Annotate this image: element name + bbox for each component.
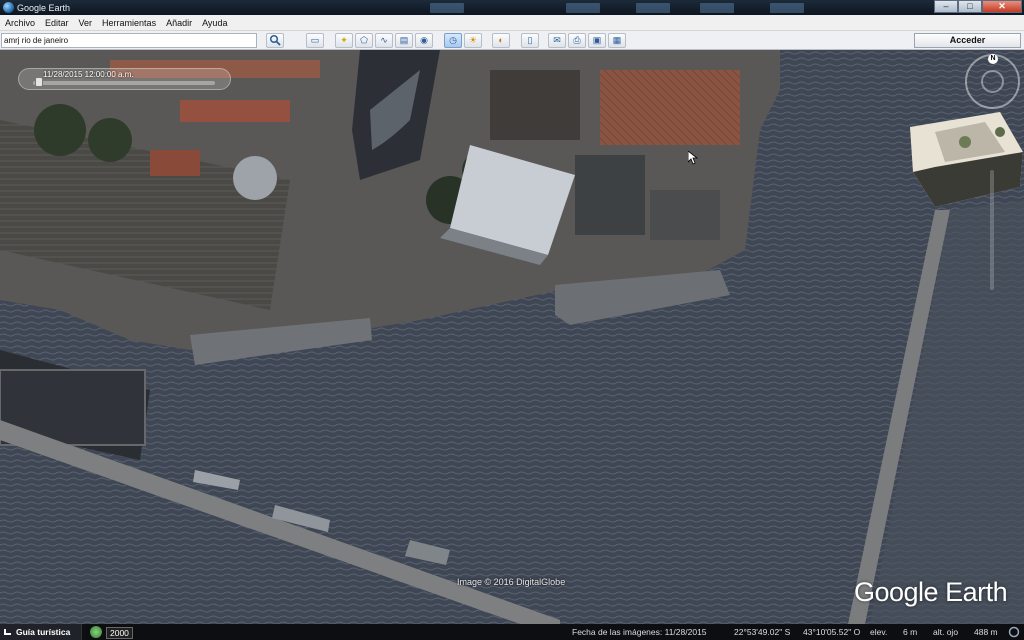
polygon-icon: ⬠ [360, 35, 368, 45]
taskbar-thumbnail [636, 3, 670, 13]
print-icon: ⎙ [573, 35, 581, 45]
elevation-label: elev. [870, 627, 888, 637]
search-button[interactable] [266, 33, 284, 48]
time-slider-thumb[interactable] [35, 77, 43, 87]
google-earth-app-icon [3, 2, 14, 13]
clock-icon: ◷ [449, 35, 457, 45]
save-image-button[interactable]: ▣ [588, 33, 606, 48]
image-date: Fecha de las imágenes: 11/28/2015 [572, 627, 707, 637]
zoom-slider[interactable] [990, 170, 994, 290]
image-overlay-icon: ▤ [399, 35, 409, 45]
taskbar-thumbnail [770, 3, 804, 13]
navigation-compass[interactable]: N [965, 54, 1020, 109]
google-earth-logo: Google Earth [854, 577, 1008, 607]
elevation-value: 6 m [903, 627, 918, 637]
historical-time-slider[interactable]: 11/28/2015 12:00:00 a.m. [18, 68, 231, 90]
record-tour-button[interactable]: ◉ [415, 33, 433, 48]
menu-ver[interactable]: Ver [74, 18, 98, 28]
mouse-cursor-icon [688, 151, 698, 165]
longitude-readout: 43°10'05.52" O [803, 627, 861, 637]
historical-imagery-button[interactable]: ◷ [444, 33, 462, 48]
toolbar: ▭ ✦ ⬠ ∿ ▤ ◉ ◷ ☀ ◐ ▯ ✉ ⎙ ▣ ▦ Acceder [0, 31, 1024, 50]
latitude-readout: 22°53'49.02" S [734, 627, 791, 637]
taskbar-thumbnail [700, 3, 734, 13]
window-controls: – □ ✕ [934, 0, 1022, 13]
print-button[interactable]: ⎙ [568, 33, 586, 48]
eye-altitude-label: alt. ojo [933, 627, 959, 637]
view-in-maps-button[interactable]: ▦ [608, 33, 626, 48]
menu-ayuda[interactable]: Ayuda [197, 18, 232, 28]
ruler-icon: ▯ [527, 35, 533, 45]
title-bar: Google Earth – □ ✕ [0, 0, 1024, 15]
search-icon [269, 34, 281, 46]
search-input[interactable] [1, 33, 257, 48]
planet-icon: ◐ [498, 35, 504, 45]
switch-planet-button[interactable]: ◐ [492, 33, 510, 48]
add-path-button[interactable]: ∿ [375, 33, 393, 48]
menu-editar[interactable]: Editar [40, 18, 74, 28]
record-tour-icon: ◉ [420, 35, 428, 45]
eye-altitude-value: 488 m [974, 627, 998, 637]
sunlight-button[interactable]: ☀ [464, 33, 482, 48]
login-button[interactable]: Acceder [914, 33, 1021, 48]
map-viewer[interactable]: 11/28/2015 12:00:00 a.m. N Image © 2016 … [0, 50, 1024, 624]
3d-building-model [910, 112, 1023, 207]
taskbar-thumbnail [430, 3, 464, 13]
status-bar: Guía turística 2000 Fecha de las imágene… [0, 624, 1024, 640]
add-polygon-button[interactable]: ⬠ [355, 33, 373, 48]
maps-icon: ▦ [612, 35, 622, 45]
compass-north-label[interactable]: N [988, 54, 998, 64]
sun-icon: ☀ [468, 35, 478, 45]
historical-year[interactable]: 2000 [106, 627, 133, 639]
close-button[interactable]: ✕ [982, 0, 1022, 13]
placemark-icon: ✦ [340, 35, 348, 45]
email-button[interactable]: ✉ [548, 33, 566, 48]
menu-bar: Archivo Editar Ver Herramientas Añadir A… [0, 15, 1024, 31]
ruler-button[interactable]: ▯ [521, 33, 539, 48]
window-title: Google Earth [17, 2, 71, 13]
menu-herramientas[interactable]: Herramientas [97, 18, 161, 28]
save-image-icon: ▣ [592, 35, 602, 45]
path-icon: ∿ [380, 35, 388, 45]
time-slider-track[interactable] [33, 81, 215, 85]
add-image-overlay-button[interactable]: ▤ [395, 33, 413, 48]
tour-guide-label: Guía turística [16, 627, 71, 637]
sidebar-toggle-button[interactable]: ▭ [306, 33, 324, 48]
sidebar-icon: ▭ [310, 35, 320, 45]
minimize-button[interactable]: – [934, 0, 958, 13]
tour-guide-icon [4, 629, 11, 635]
look-joystick[interactable] [981, 70, 1004, 93]
maximize-button[interactable]: □ [958, 0, 982, 13]
menu-anadir[interactable]: Añadir [161, 18, 197, 28]
add-placemark-button[interactable]: ✦ [335, 33, 353, 48]
streaming-icon [1008, 626, 1020, 638]
email-icon: ✉ [553, 35, 561, 45]
tour-guide-button[interactable]: Guía turística [0, 624, 82, 640]
time-slider-date: 11/28/2015 12:00:00 a.m. [43, 70, 134, 79]
satellite-imagery [0, 50, 1024, 624]
image-credit: Image © 2016 DigitalGlobe [457, 577, 566, 587]
menu-archivo[interactable]: Archivo [0, 18, 40, 28]
historical-imagery-icon[interactable] [90, 626, 102, 638]
taskbar-thumbnail [566, 3, 600, 13]
